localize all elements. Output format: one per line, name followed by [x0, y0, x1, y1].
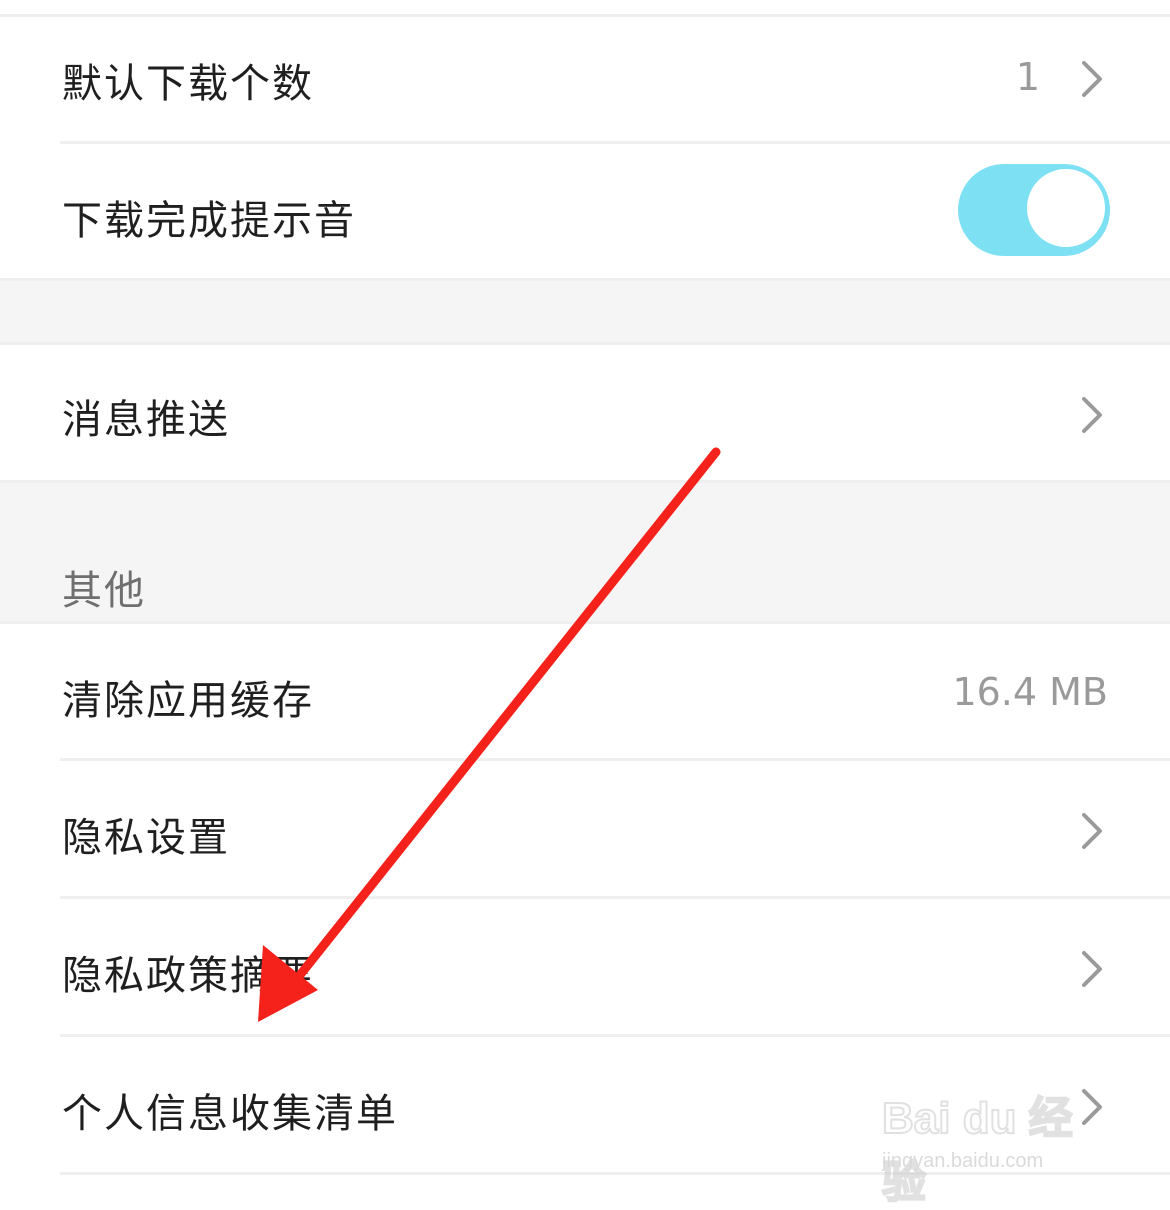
chevron-right-icon — [1082, 61, 1102, 97]
cache-size-value: 16.4 MB — [952, 670, 1108, 714]
row-download-complete-sound: 下载完成提示音 — [0, 144, 1170, 278]
baidu-watermark: Bai du 经验 jingyan.baidu.com — [880, 1082, 1110, 1208]
sound-toggle-switch[interactable] — [958, 164, 1110, 256]
divider — [0, 480, 1170, 483]
download-count-value: 1 — [1015, 55, 1040, 99]
toggle-knob — [1024, 166, 1108, 250]
row-label: 隐私设置 — [62, 815, 230, 861]
row-label: 默认下载个数 — [62, 61, 314, 107]
chevron-right-icon — [1082, 951, 1102, 987]
row-label: 消息推送 — [62, 397, 230, 443]
row-label: 个人信息收集清单 — [62, 1091, 398, 1137]
divider — [0, 278, 1170, 281]
row-message-push[interactable]: 消息推送 — [0, 345, 1170, 480]
watermark-url: jingyan.baidu.com — [882, 1150, 1044, 1172]
chevron-right-icon — [1082, 813, 1102, 849]
row-clear-cache[interactable]: 清除应用缓存 16.4 MB — [0, 624, 1170, 758]
row-default-download-count[interactable]: 默认下载个数 1 — [0, 17, 1170, 141]
row-privacy-settings[interactable]: 隐私设置 — [0, 761, 1170, 896]
section-gap-1 — [0, 280, 1170, 344]
chevron-right-icon — [1082, 397, 1102, 433]
watermark-brand: Bai du 经验 — [881, 1093, 1074, 1208]
section-title-other: 其他 — [62, 568, 146, 614]
row-label: 下载完成提示音 — [62, 198, 356, 244]
row-label: 清除应用缓存 — [62, 678, 314, 724]
row-label: 隐私政策摘要 — [62, 953, 314, 999]
row-privacy-policy-summary[interactable]: 隐私政策摘要 — [0, 899, 1170, 1034]
section-header-other: 其他 — [0, 482, 1170, 622]
